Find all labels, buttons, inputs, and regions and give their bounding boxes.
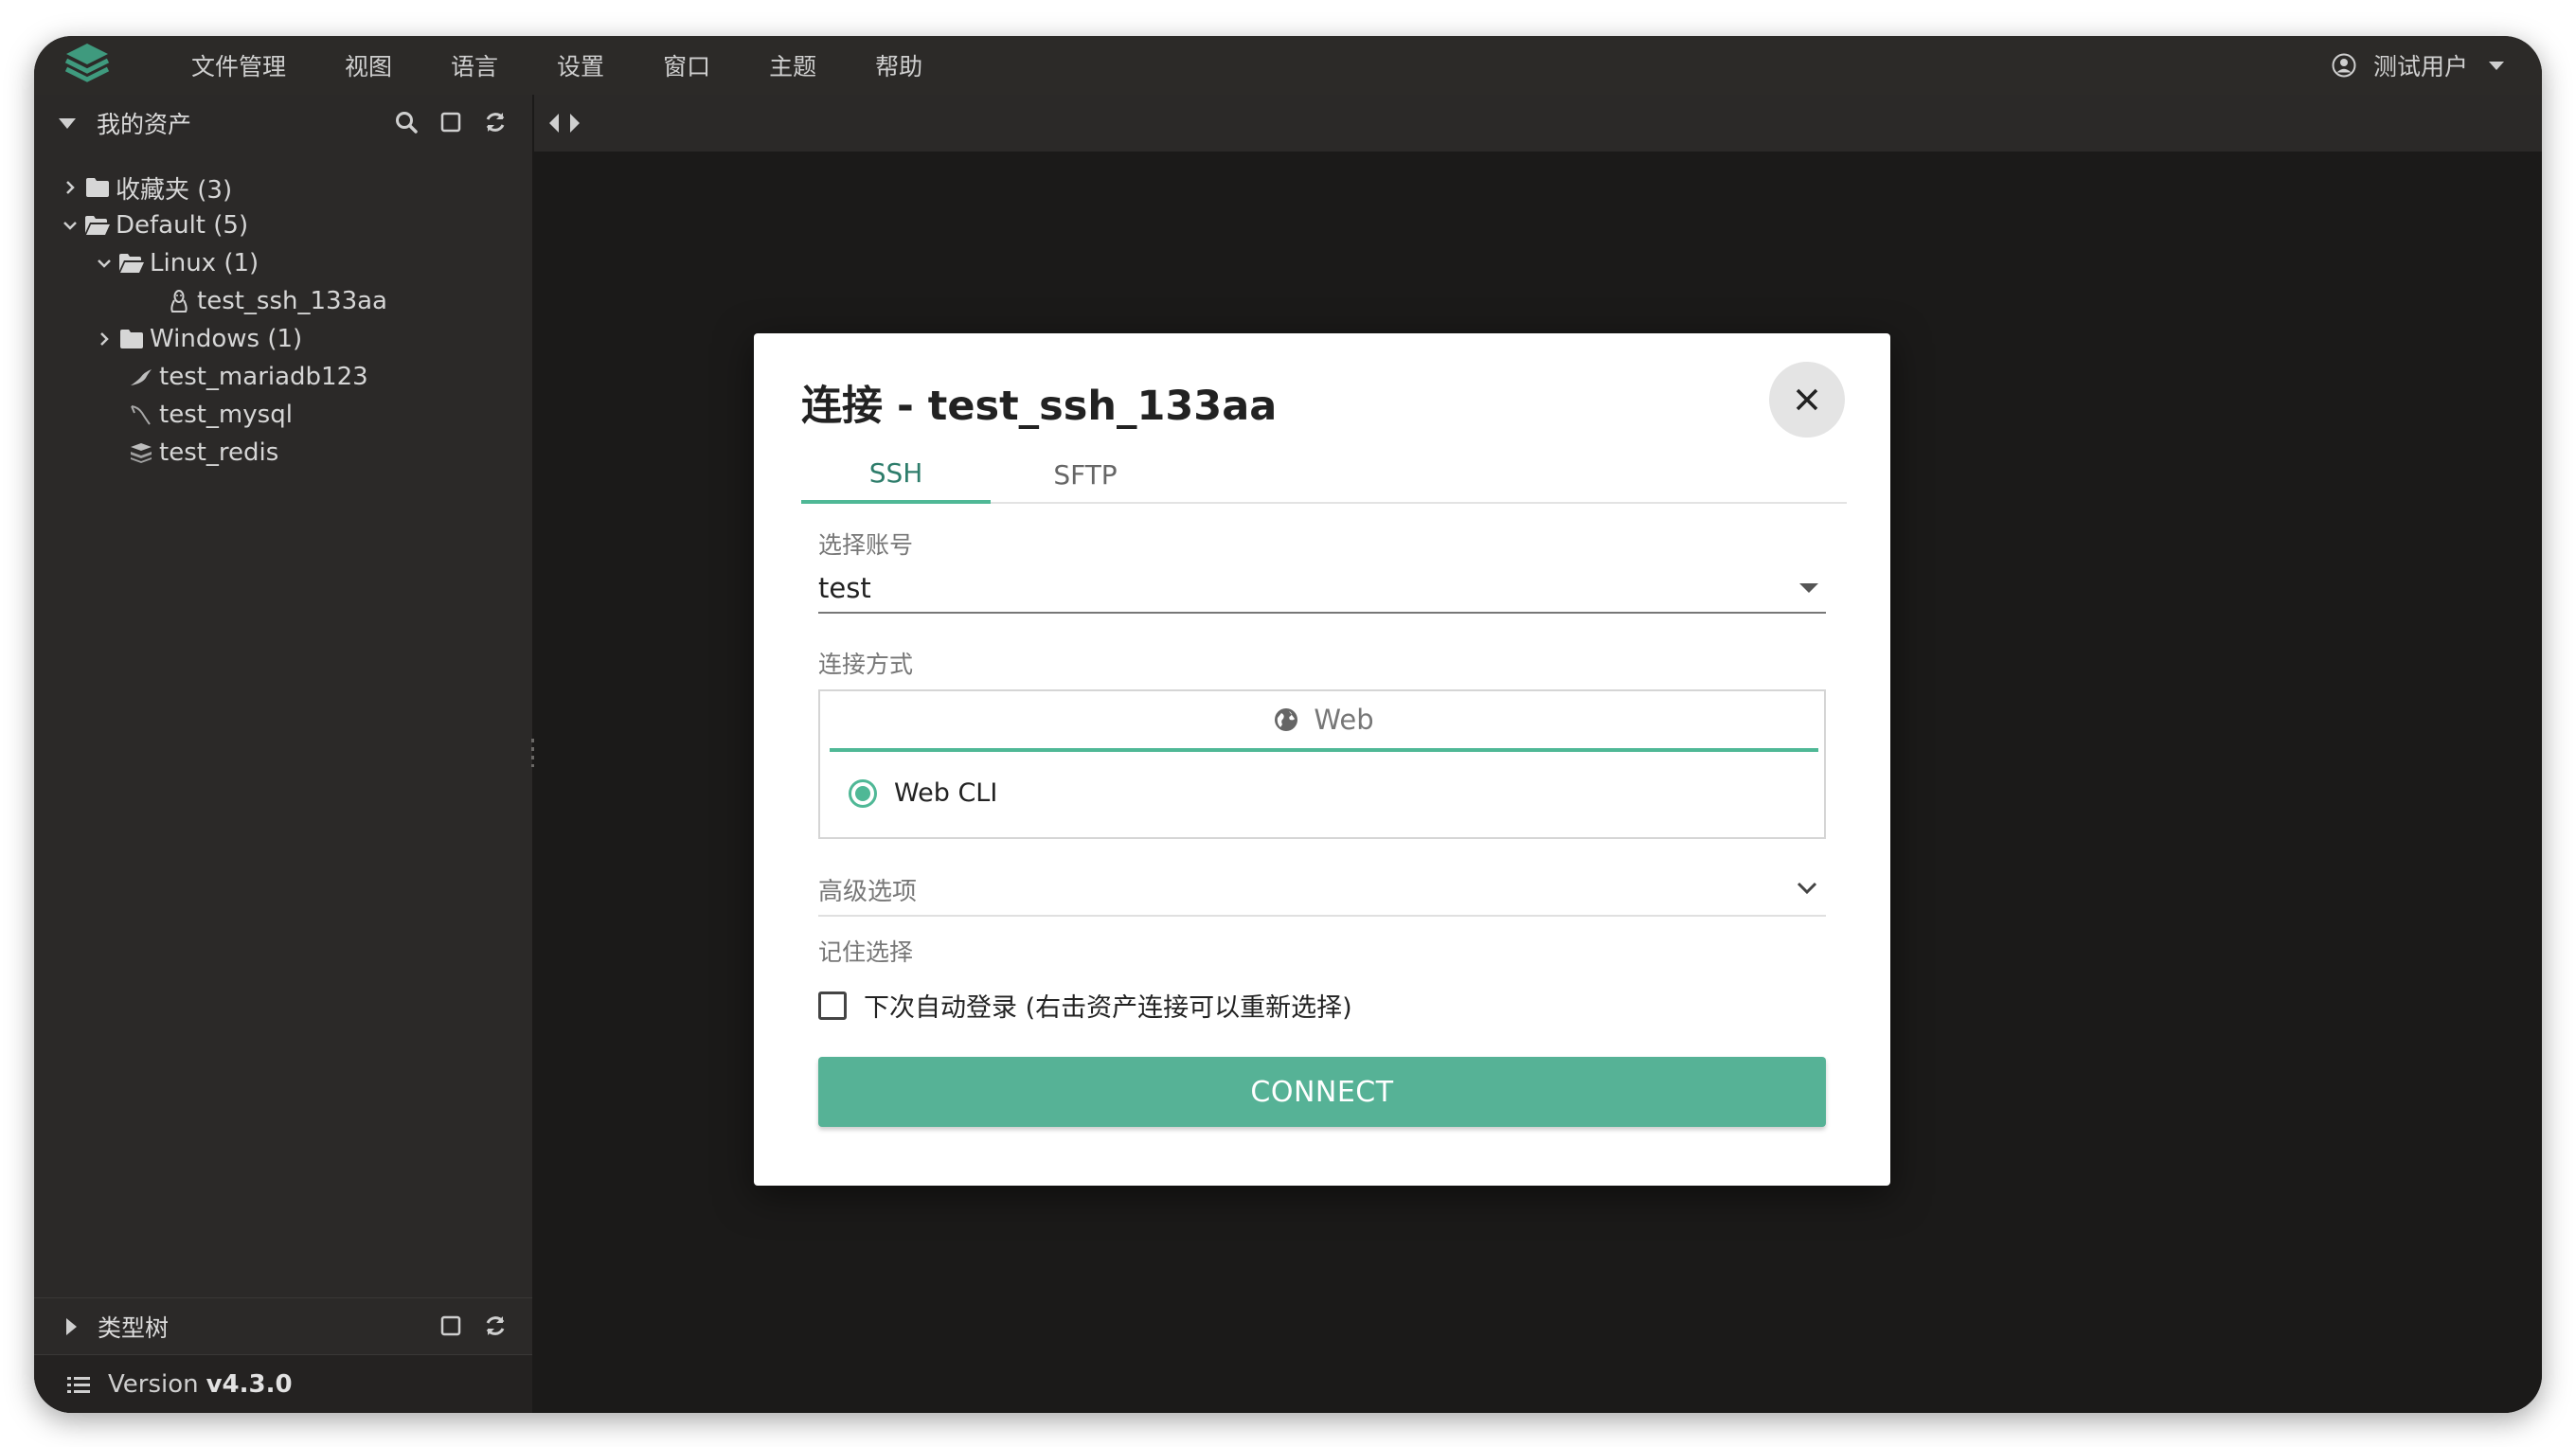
method-tab-web[interactable]: Web [830, 691, 1818, 752]
account-value: test [818, 572, 871, 604]
expand-icon[interactable] [66, 1317, 77, 1335]
menu-settings[interactable]: 设置 [557, 48, 604, 82]
collapse-icon[interactable] [59, 117, 76, 129]
asset-sidebar: 我的资产 收藏夹 (3) Default (5) Linux (1) test_… [34, 95, 532, 1413]
tree-label: 收藏夹 (3) [116, 175, 233, 205]
globe-icon [1275, 708, 1298, 731]
connect-method-box: Web Web CLI [818, 689, 1826, 839]
tab-sftp[interactable]: SFTP [991, 445, 1180, 504]
app-logo-icon [64, 44, 110, 82]
auto-login-label: 下次自动登录 (右击资产连接可以重新选择) [864, 993, 1352, 1023]
radio-selected-icon[interactable] [849, 778, 877, 808]
auto-login-checkbox[interactable] [818, 991, 847, 1020]
user-name: 测试用户 [2372, 53, 2468, 80]
user-menu[interactable]: 测试用户 [2332, 36, 2504, 95]
account-label: 选择账号 [818, 531, 914, 559]
version-value: v4.3.0 [206, 1369, 293, 1399]
tree-node-redis[interactable]: test_redis [34, 434, 532, 472]
chevron-right-icon[interactable] [91, 326, 117, 352]
redis-icon [127, 439, 155, 466]
tree-node-windows[interactable]: Windows (1) [34, 320, 532, 358]
user-avatar-icon [2332, 53, 2356, 78]
type-tree-header[interactable]: 类型树 [34, 1297, 532, 1354]
menu-file-manager[interactable]: 文件管理 [191, 48, 286, 82]
type-tree-title: 类型树 [98, 1313, 170, 1342]
menu-bar: 文件管理 视图 语言 设置 窗口 主题 帮助 测试用户 [34, 36, 2542, 95]
dropdown-arrow-icon [1799, 583, 1818, 593]
list-icon [67, 1376, 90, 1393]
close-icon [1796, 388, 1818, 411]
content-toolbar [534, 95, 2542, 152]
menu-help[interactable]: 帮助 [875, 48, 922, 82]
tree-label: test_mysql [159, 401, 293, 429]
tree-label: Linux (1) [150, 249, 259, 277]
method-label: 连接方式 [818, 651, 914, 678]
protocol-tabs: SSH SFTP [801, 445, 1847, 504]
tree-node-mariadb[interactable]: test_mariadb123 [34, 358, 532, 396]
tree-label: test_mariadb123 [159, 363, 368, 391]
type-tree-tools [439, 1313, 508, 1338]
chevron-down-icon[interactable] [57, 212, 83, 239]
folder-open-icon [117, 250, 146, 277]
folder-icon [83, 174, 112, 201]
tree-node-ssh-asset[interactable]: test_ssh_133aa [34, 282, 532, 320]
close-button[interactable] [1769, 362, 1845, 438]
app-window: 文件管理 视图 语言 设置 窗口 主题 帮助 测试用户 我的资产 收藏夹 (3)… [34, 36, 2542, 1413]
tree-node-mysql[interactable]: test_mysql [34, 396, 532, 434]
folder-open-icon [83, 212, 112, 239]
tree-label: test_ssh_133aa [197, 287, 387, 315]
menu-view[interactable]: 视图 [345, 48, 392, 82]
advanced-label: 高级选项 [818, 877, 918, 906]
chevron-down-icon[interactable] [91, 250, 117, 277]
chevron-down-icon [2489, 61, 2504, 70]
chevron-down-icon [1797, 882, 1817, 895]
connect-dialog: 连接 - test_ssh_133aa SSH SFTP 选择账号 test 连… [754, 333, 1890, 1186]
sidebar-title: 我的资产 [97, 111, 192, 138]
method-option-web-cli[interactable]: Web CLI [849, 778, 997, 808]
toggle-sidebar-icon[interactable] [547, 111, 585, 135]
connect-button[interactable]: CONNECT [818, 1057, 1826, 1127]
tree-label: test_redis [159, 438, 279, 467]
menu-language[interactable]: 语言 [451, 48, 498, 82]
account-select[interactable]: test [818, 564, 1826, 614]
tree-node-linux[interactable]: Linux (1) [34, 244, 532, 282]
refresh-icon[interactable] [483, 1313, 508, 1338]
dialog-title: 连接 - test_ssh_133aa [801, 383, 1278, 430]
tree-node-default[interactable]: Default (5) [34, 206, 532, 244]
advanced-options-toggle[interactable]: 高级选项 [818, 864, 1826, 917]
auto-login-checkbox-row[interactable]: 下次自动登录 (右击资产连接可以重新选择) [818, 987, 1352, 1024]
tree-label: Windows (1) [150, 325, 303, 353]
tree-label: Default (5) [116, 211, 249, 240]
sidebar-header: 我的资产 [34, 95, 532, 152]
collapse-all-icon[interactable] [439, 110, 462, 134]
refresh-icon[interactable] [483, 110, 508, 134]
folder-icon [117, 326, 146, 352]
search-icon[interactable] [394, 110, 419, 134]
menu-window[interactable]: 窗口 [663, 48, 710, 82]
version-bar: Version v4.3.0 [34, 1354, 532, 1413]
method-tab-label: Web [1314, 704, 1374, 736]
sidebar-tools [394, 110, 508, 134]
chevron-right-icon[interactable] [57, 174, 83, 201]
menu-theme[interactable]: 主题 [769, 48, 816, 82]
tree-node-favorites[interactable]: 收藏夹 (3) [34, 169, 532, 206]
method-option-label: Web CLI [894, 778, 998, 808]
mysql-icon [127, 402, 155, 428]
mariadb-icon [127, 364, 155, 390]
linux-icon [165, 288, 193, 314]
collapse-all-icon[interactable] [439, 1313, 462, 1338]
asset-tree: 收藏夹 (3) Default (5) Linux (1) test_ssh_1… [34, 152, 532, 472]
main-menu: 文件管理 视图 语言 设置 窗口 主题 帮助 [191, 36, 981, 95]
remember-label: 记住选择 [818, 938, 914, 966]
tab-ssh[interactable]: SSH [801, 445, 991, 504]
version-label: Version [108, 1369, 199, 1399]
